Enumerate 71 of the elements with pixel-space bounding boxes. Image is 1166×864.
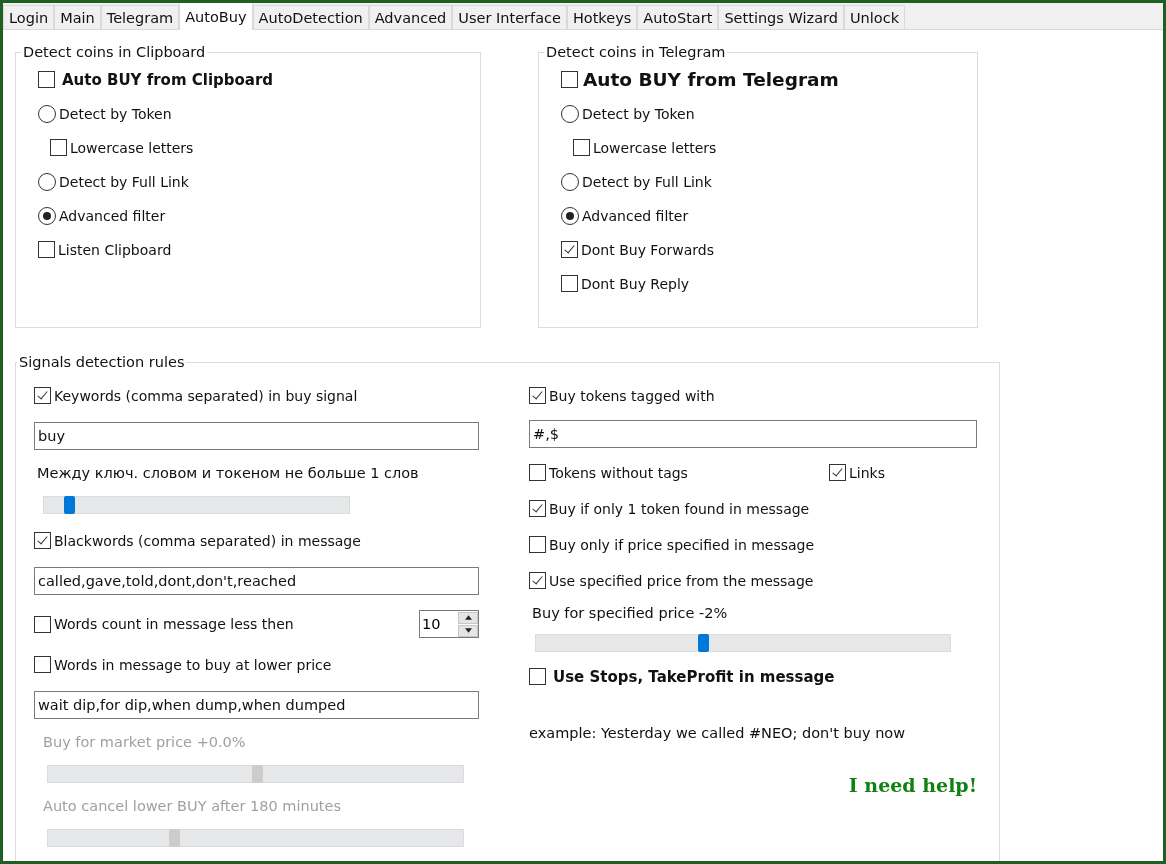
spin-up-icon[interactable]	[458, 611, 478, 624]
checkbox-label[interactable]: Auto BUY from Clipboard	[62, 70, 274, 89]
checkbox[interactable]	[38, 71, 55, 88]
checkbox[interactable]	[529, 536, 546, 553]
checkbox[interactable]	[34, 656, 51, 673]
checkbox-label[interactable]: Auto BUY from Telegram	[583, 69, 839, 90]
checkbox[interactable]	[529, 464, 546, 481]
tab[interactable]: Main	[54, 5, 101, 29]
radio-label[interactable]: Detect by Full Link	[59, 173, 189, 190]
checkbox-label[interactable]: Tokens without tags	[549, 464, 688, 481]
tab[interactable]: User Interface	[452, 5, 567, 29]
checkbox-label[interactable]: Use specified price from the message	[549, 572, 814, 589]
checkbox[interactable]	[829, 464, 846, 481]
tab[interactable]: AutoBuy	[179, 3, 253, 30]
checkbox[interactable]	[34, 387, 51, 404]
checkbox[interactable]	[561, 241, 578, 258]
checkbox-label[interactable]: Blackwords (comma separated) in message	[54, 532, 361, 549]
tab[interactable]: Unlock	[843, 5, 906, 29]
checkbox-label[interactable]: Listen Clipboard	[58, 241, 172, 258]
radio-label[interactable]: Detect by Full Link	[582, 173, 712, 190]
checkbox-label[interactable]: Lowercase letters	[593, 139, 717, 156]
checkbox-label[interactable]: Words in message to buy at lower price	[54, 656, 332, 673]
slider-caption: Buy for market price +0.0%	[42, 734, 247, 750]
checkbox-label[interactable]: Keywords (comma separated) in buy signal	[54, 387, 358, 404]
checkbox-label[interactable]: Words count in message less then	[54, 616, 294, 632]
group-title: Signals detection rules	[18, 354, 186, 370]
tab[interactable]: AutoDetection	[252, 5, 369, 29]
slider-caption: Buy for specified price -2%	[531, 605, 729, 621]
text-field[interactable]: buy	[34, 422, 479, 450]
tab[interactable]: Hotkeys	[566, 5, 638, 29]
tab[interactable]: Telegram	[100, 5, 180, 29]
checkbox[interactable]	[561, 71, 578, 88]
checkbox-label[interactable]: Dont Buy Reply	[581, 275, 690, 292]
radio-label[interactable]: Advanced filter	[59, 207, 166, 224]
help-link[interactable]: I need help!	[848, 774, 977, 796]
checkbox-label[interactable]: Dont Buy Forwards	[581, 241, 714, 258]
checkbox[interactable]	[34, 532, 51, 549]
number-spinner[interactable]: 10	[419, 610, 479, 638]
tab[interactable]: AutoStart	[637, 5, 719, 29]
example-text: example: Yesterday we called #NEO; don't buy now	[529, 725, 907, 741]
checkbox-label[interactable]: Lowercase letters	[70, 139, 194, 156]
spin-down-icon[interactable]	[458, 624, 478, 637]
text-field[interactable]: called,gave,told,dont,don't,reached	[34, 567, 479, 595]
checkbox[interactable]	[529, 572, 546, 589]
checkbox-label[interactable]: Buy if only 1 token found in message	[549, 500, 810, 517]
slider-caption: Auto cancel lower BUY after 180 minutes	[42, 798, 343, 814]
checkbox-label[interactable]: Use Stops, TakeProfit in message	[553, 667, 835, 686]
checkbox-label[interactable]: Buy only if price specified in message	[549, 536, 815, 553]
checkbox[interactable]	[529, 387, 546, 404]
tab[interactable]: Settings Wizard	[718, 5, 844, 29]
radio-label[interactable]: Advanced filter	[582, 207, 689, 224]
slider-caption: Между ключ. словом и токеном не больше 1 слов	[36, 465, 420, 481]
slider-thumb[interactable]	[697, 634, 709, 652]
checkbox[interactable]	[34, 615, 51, 633]
checkbox[interactable]	[50, 139, 67, 156]
checkbox-label[interactable]: Buy tokens tagged with	[549, 387, 715, 404]
checkbox-label[interactable]: Links	[849, 464, 885, 481]
text-field[interactable]: wait dip,for dip,when dump,when dumped	[34, 691, 479, 719]
checkbox[interactable]	[529, 668, 546, 685]
group-title: Detect coins in Telegram	[545, 44, 727, 60]
text-field[interactable]: #,$	[529, 420, 977, 448]
slider-thumb[interactable]	[64, 496, 76, 514]
radio-label[interactable]: Detect by Token	[59, 105, 172, 122]
checkbox[interactable]	[573, 139, 590, 156]
group-title: Detect coins in Clipboard	[22, 44, 207, 60]
tab[interactable]: Advanced	[368, 5, 453, 29]
checkbox[interactable]	[38, 241, 55, 258]
checkbox[interactable]	[529, 500, 546, 517]
checkbox[interactable]	[561, 275, 578, 292]
radio-label[interactable]: Detect by Token	[582, 105, 695, 122]
tab[interactable]: Login	[3, 5, 55, 29]
